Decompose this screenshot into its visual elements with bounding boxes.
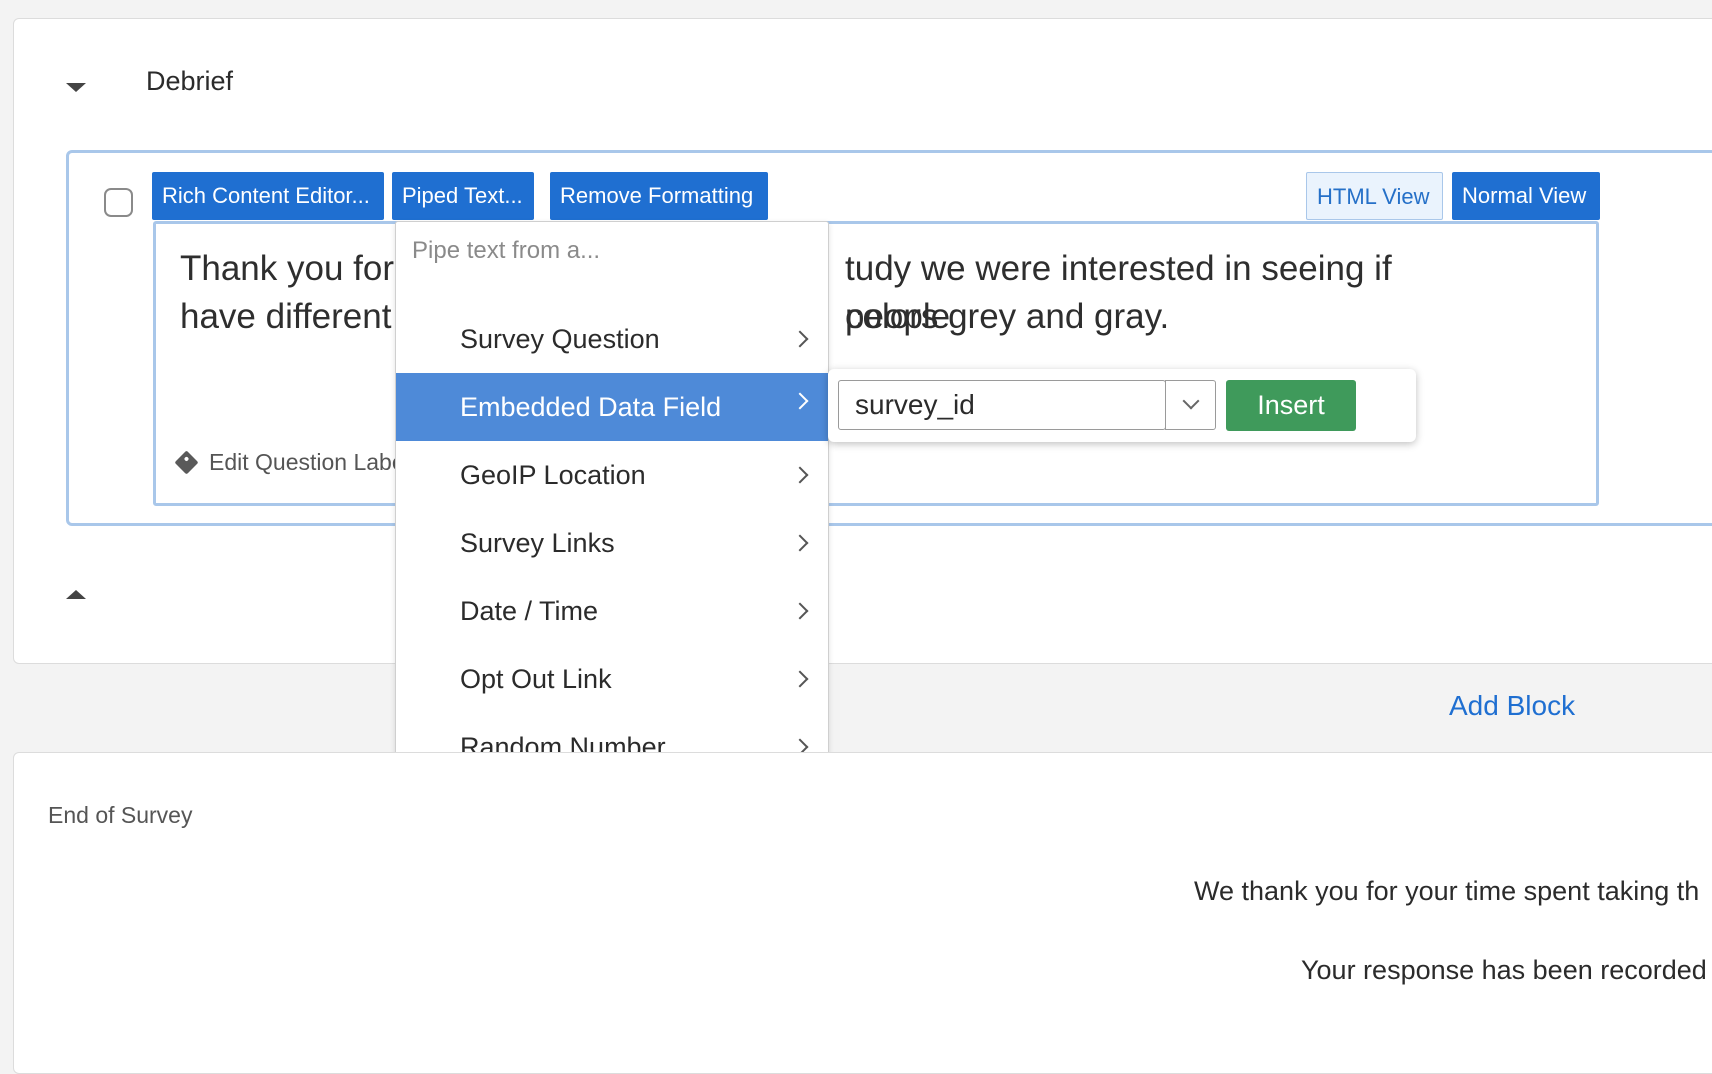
insert-button[interactable]: Insert	[1226, 380, 1356, 431]
chevron-right-icon	[791, 670, 809, 688]
menu-item-opt-out-link[interactable]: Opt Out Link	[396, 645, 828, 713]
chevron-right-icon	[791, 534, 809, 552]
menu-item-label: Survey Links	[460, 528, 615, 558]
piped-menu-header: Pipe text from a...	[412, 237, 601, 264]
expand-caret-icon[interactable]	[66, 590, 86, 599]
end-of-survey-card	[13, 752, 1712, 1074]
menu-item-date-time[interactable]: Date / Time	[396, 577, 828, 645]
chevron-right-icon	[791, 392, 809, 410]
block-title: Debrief	[146, 66, 234, 96]
question-text-left-1: Thank you for	[180, 249, 394, 288]
menu-item-label: Date / Time	[460, 596, 599, 626]
embedded-field-select[interactable]: survey_id	[838, 380, 1166, 430]
menu-item-label: Embedded Data Field	[460, 392, 722, 422]
menu-item-embedded-data-field[interactable]: Embedded Data Field	[396, 373, 828, 441]
menu-item-label: GeoIP Location	[460, 460, 646, 490]
end-message-line1: We thank you for your time spent taking …	[1194, 876, 1700, 906]
menu-item-label: Opt Out Link	[460, 664, 612, 694]
menu-item-label: Survey Question	[460, 324, 660, 354]
html-view-button[interactable]: HTML View	[1306, 172, 1443, 220]
end-message-line2: Your response has been recorded	[1301, 955, 1707, 985]
rich-content-editor-button[interactable]: Rich Content Editor...	[152, 172, 384, 220]
chevron-right-icon	[791, 330, 809, 348]
collapse-caret-icon[interactable]	[66, 83, 86, 92]
edit-question-label-text: Edit Question Label	[209, 449, 410, 475]
tag-icon	[174, 450, 199, 475]
question-checkbox[interactable]	[104, 188, 133, 217]
menu-item-survey-question[interactable]: Survey Question	[396, 305, 828, 373]
chevron-right-icon	[791, 466, 809, 484]
add-block-link[interactable]: Add Block	[1449, 690, 1575, 722]
question-text-left-2: have different	[180, 297, 392, 336]
chevron-right-icon	[791, 602, 809, 620]
piped-text-button[interactable]: Piped Text...	[392, 172, 534, 220]
menu-item-geoip-location[interactable]: GeoIP Location	[396, 441, 828, 509]
edit-question-label[interactable]: Edit Question Label	[174, 449, 410, 476]
chevron-down-icon[interactable]	[1165, 380, 1216, 430]
question-text-right-2: colors grey and gray.	[845, 297, 1170, 336]
remove-formatting-button[interactable]: Remove Formatting	[550, 172, 768, 220]
normal-view-button[interactable]: Normal View	[1452, 172, 1600, 220]
end-of-survey-title: End of Survey	[48, 802, 193, 828]
menu-item-survey-links[interactable]: Survey Links	[396, 509, 828, 577]
question-text[interactable]: Thank you for tudy we were interested in…	[180, 245, 1500, 341]
